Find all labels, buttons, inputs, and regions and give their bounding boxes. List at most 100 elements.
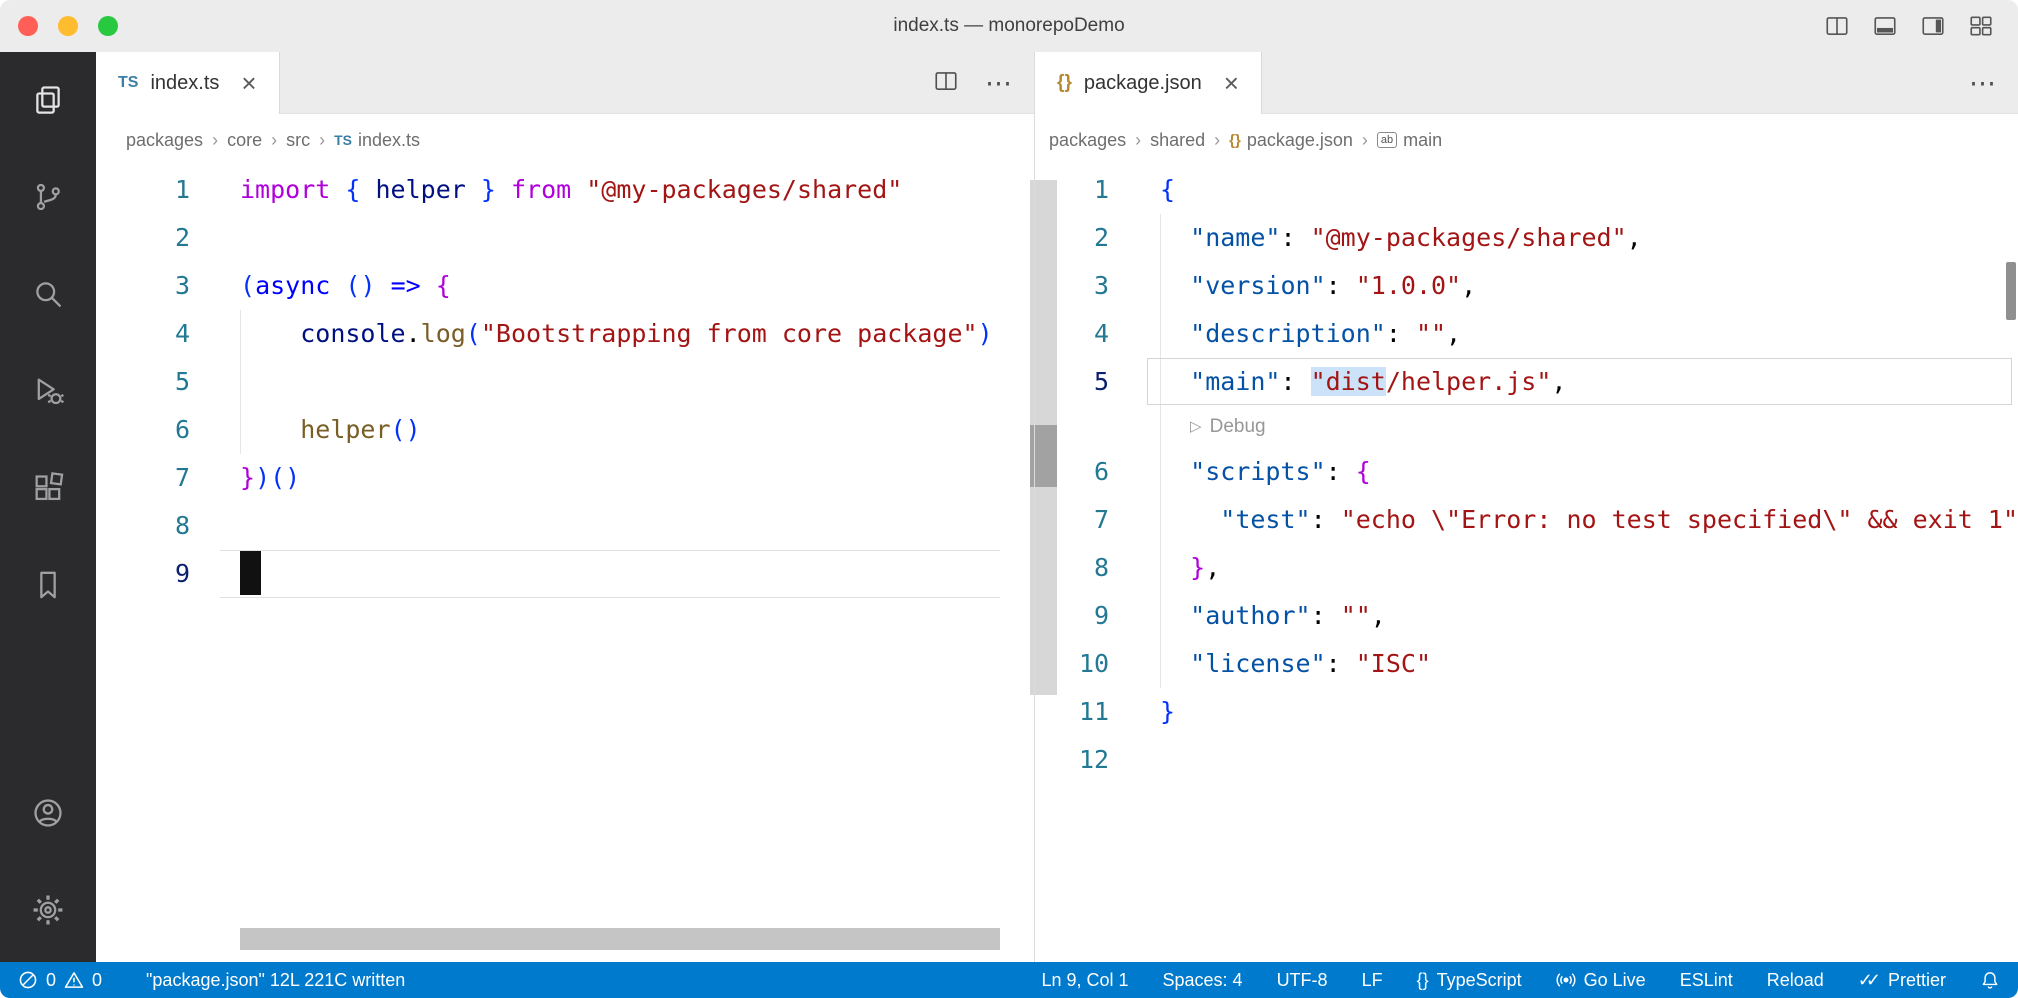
- breadcrumb-item-index.ts[interactable]: TS index.ts: [334, 130, 420, 151]
- code-line-3[interactable]: 3 "version": "1.0.0",: [1035, 262, 2018, 310]
- tab-close-button[interactable]: ×: [241, 70, 256, 96]
- breadcrumb-item-shared[interactable]: shared: [1150, 130, 1205, 151]
- status-encoding[interactable]: UTF-8: [1277, 970, 1328, 991]
- extensions-icon[interactable]: [31, 471, 65, 505]
- breadcrumb-separator: ›: [1361, 129, 1368, 150]
- breadcrumb-item-package.json[interactable]: {} package.json: [1229, 130, 1353, 151]
- line-number: 4: [174, 319, 190, 348]
- breadcrumb: packages › shared › {} package.json › ab main: [1035, 114, 2018, 166]
- code-line-3[interactable]: 3 (async () => {: [96, 262, 1034, 310]
- more-actions-icon[interactable]: ⋯: [1969, 68, 1998, 99]
- braces-icon: {}: [1416, 969, 1429, 990]
- code-editor-index-ts[interactable]: 1 import { helper } from "@my-packages/sh…: [96, 166, 1034, 962]
- code-line-5[interactable]: 5 "main": "dist/helper.js",: [1035, 358, 2018, 406]
- line-number: 1: [1093, 175, 1110, 204]
- breadcrumb-item-main[interactable]: ab main: [1376, 130, 1442, 151]
- line-number: 4: [1093, 319, 1110, 348]
- toggle-primary-sidebar-icon[interactable]: [1824, 13, 1850, 39]
- line-number: 2: [1093, 223, 1110, 252]
- editor-group-container: TS index.ts × ⋯ packages › core › src › TS inde…: [96, 52, 2018, 962]
- symbol-property-icon: ab: [1376, 132, 1398, 148]
- breadcrumb-separator: ›: [271, 129, 278, 150]
- code-line-1[interactable]: 1{: [1035, 166, 2018, 214]
- line-number: 3: [174, 271, 190, 300]
- source-control-icon[interactable]: [31, 180, 65, 214]
- tab-label: index.ts: [150, 71, 220, 94]
- breadcrumb-separator: ›: [1214, 129, 1221, 150]
- code-line-4[interactable]: 4 console.log("Bootstrapping from core p…: [96, 310, 1034, 358]
- tab-package-json[interactable]: {} package.json ×: [1035, 52, 1262, 114]
- more-actions-icon[interactable]: ⋯: [985, 68, 1014, 99]
- status-reload[interactable]: Reload: [1767, 970, 1824, 991]
- breadcrumb-separator: ›: [319, 129, 326, 150]
- status-cursor-position[interactable]: Ln 9, Col 1: [1041, 970, 1128, 991]
- search-icon[interactable]: [31, 277, 65, 311]
- notifications-bell-icon[interactable]: [1980, 970, 2000, 990]
- json-file-icon: {}: [1057, 72, 1072, 93]
- code-line-2[interactable]: 2: [96, 214, 1034, 262]
- toggle-secondary-sidebar-icon[interactable]: [1920, 13, 1946, 39]
- warning-icon: [64, 972, 84, 988]
- bookmarks-icon[interactable]: [31, 568, 65, 602]
- vertical-scrollbar[interactable]: [2006, 262, 2016, 320]
- status-eslint[interactable]: ESLint: [1680, 970, 1733, 991]
- json-file-icon: {}: [1229, 131, 1241, 149]
- line-number: 7: [1093, 505, 1110, 534]
- code-line-8[interactable]: 8 },: [1035, 544, 2018, 592]
- split-editor-icon[interactable]: [933, 68, 959, 99]
- breadcrumb-item-src[interactable]: src: [286, 130, 310, 151]
- code-line-6[interactable]: 6 helper(): [96, 406, 1034, 454]
- horizontal-scrollbar[interactable]: [240, 928, 1000, 950]
- account-icon[interactable]: [31, 796, 65, 830]
- code-line-6[interactable]: 6 "scripts": {: [1035, 448, 2018, 496]
- breadcrumb-item-packages[interactable]: packages: [126, 130, 203, 151]
- tab-close-button[interactable]: ×: [1224, 70, 1239, 96]
- status-indentation[interactable]: Spaces: 4: [1163, 970, 1243, 991]
- code-line-8[interactable]: 8: [96, 502, 1034, 550]
- broadcast-icon: [1556, 973, 1576, 987]
- line-number: 12: [1078, 745, 1110, 774]
- code-line-2[interactable]: 2 "name": "@my-packages/shared",: [1035, 214, 2018, 262]
- code-line-5[interactable]: 5: [96, 358, 1034, 406]
- line-number: 5: [174, 367, 190, 396]
- line-number: 9: [174, 559, 190, 588]
- toggle-panel-icon[interactable]: [1872, 13, 1898, 39]
- code-line-12[interactable]: 12: [1035, 736, 2018, 784]
- code-editor-package-json[interactable]: 1{2 "name": "@my-packages/shared", 3 "ver…: [1035, 166, 2018, 962]
- breadcrumb-item-packages[interactable]: packages: [1049, 130, 1126, 151]
- line-number: 1: [174, 175, 190, 204]
- code-line-7[interactable]: 7 "test": "echo \"Error: no test specifi…: [1035, 496, 2018, 544]
- line-number: 5: [1093, 367, 1110, 396]
- code-line-9[interactable]: 9 "author": "",: [1035, 592, 2018, 640]
- typescript-file-icon: TS: [118, 74, 139, 91]
- tab-index-ts[interactable]: TS index.ts ×: [96, 52, 280, 114]
- warning-count: 0: [92, 969, 103, 990]
- code-line-9[interactable]: 9: [96, 550, 1034, 598]
- status-language[interactable]: {} TypeScript: [1417, 970, 1522, 991]
- run-and-debug-icon[interactable]: [31, 374, 65, 408]
- code-line-10[interactable]: 10 "license": "ISC": [1035, 640, 2018, 688]
- line-number: 6: [1093, 457, 1110, 486]
- line-number: 6: [174, 415, 190, 444]
- explorer-icon[interactable]: [31, 83, 65, 117]
- editor-pane-left: TS index.ts × ⋯ packages › core › src › TS inde…: [96, 52, 1057, 962]
- code-line-11[interactable]: 11}: [1035, 688, 2018, 736]
- code-line-1[interactable]: 1 import { helper } from "@my-packages/sh…: [96, 166, 1034, 214]
- status-go-live[interactable]: Go Live: [1556, 970, 1646, 991]
- status-prettier[interactable]: ✓✓ Prettier: [1858, 970, 1946, 991]
- breadcrumb-separator: ›: [212, 129, 219, 150]
- code-line-7[interactable]: 7})(): [96, 454, 1034, 502]
- status-eol[interactable]: LF: [1362, 970, 1383, 991]
- breadcrumb-item-core[interactable]: core: [227, 130, 262, 151]
- editor-pane-right: {} package.json × ⋯ packages › shared ›{} pa…: [1034, 52, 2018, 962]
- codelens-debug[interactable]: ▷ Debug: [1035, 406, 2018, 448]
- line-number: 7: [174, 463, 190, 492]
- tab-bar-right: {} package.json × ⋯: [1035, 52, 2018, 114]
- double-check-icon: ✓✓: [1857, 969, 1881, 990]
- vscode-window: index.ts — monorepoDemo TS index.ts × ⋯ …: [0, 0, 2018, 998]
- breadcrumb-separator: ›: [1135, 129, 1142, 150]
- settings-gear-icon[interactable]: [31, 893, 65, 927]
- code-line-4[interactable]: 4 "description": "",: [1035, 310, 2018, 358]
- customize-layout-icon[interactable]: [1968, 13, 1994, 39]
- status-problems[interactable]: 0 0: [18, 970, 102, 991]
